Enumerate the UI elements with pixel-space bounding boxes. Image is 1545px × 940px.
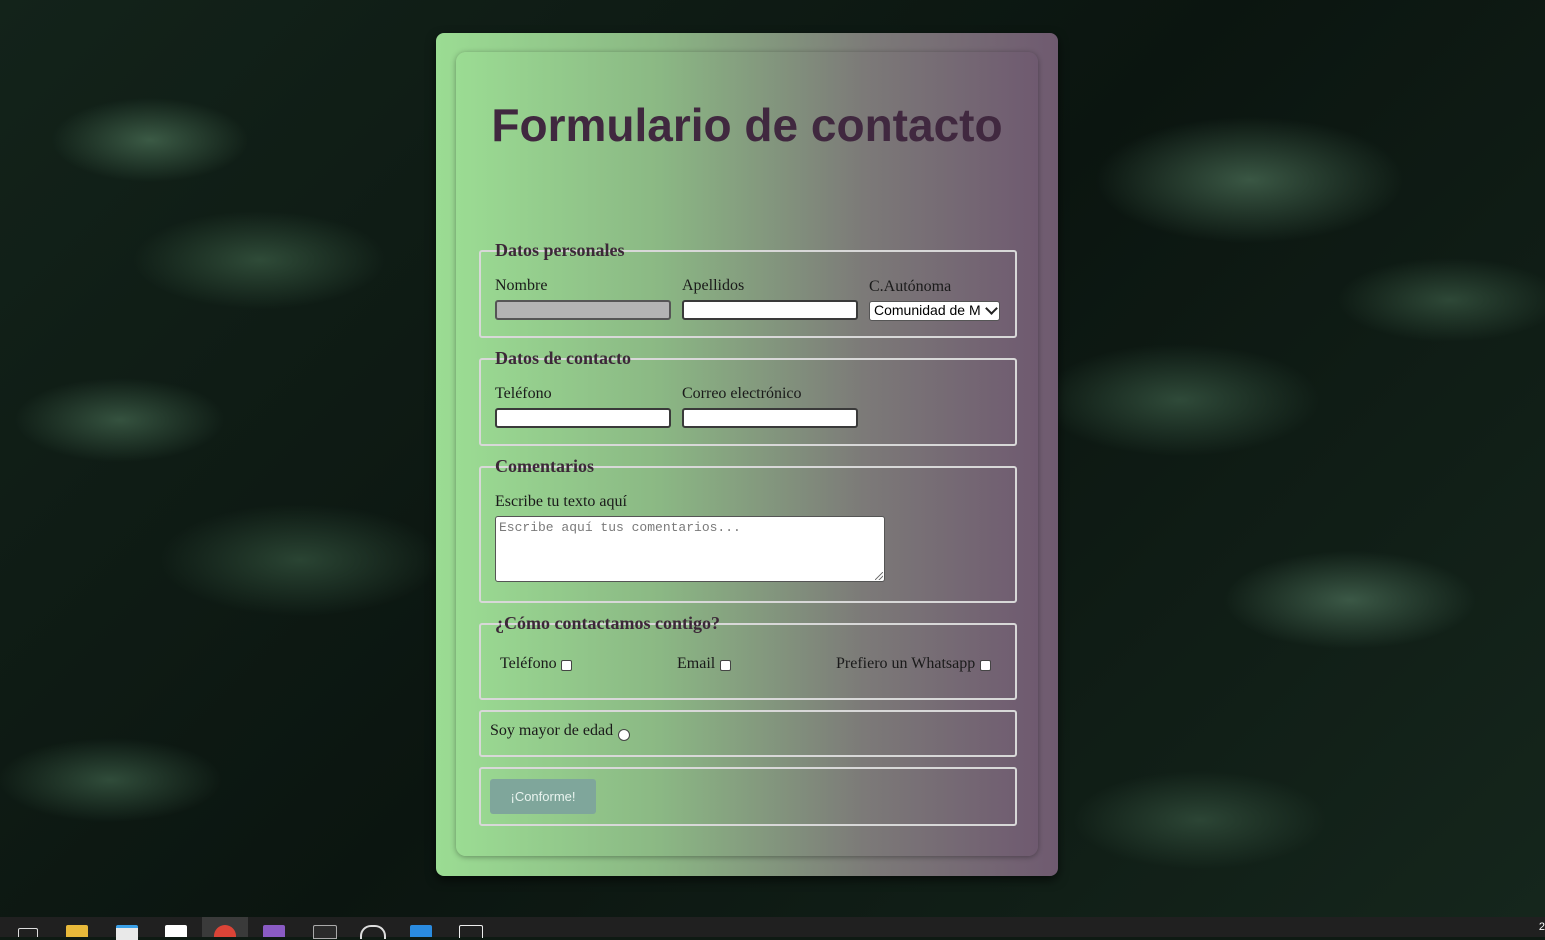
telefono-input[interactable] <box>495 408 671 428</box>
ca-select-value: Comunidad de M <box>874 302 981 318</box>
visual-studio-icon[interactable] <box>263 925 285 937</box>
method-email-label: Email <box>677 655 716 672</box>
chevron-down-icon <box>985 302 998 315</box>
method-telefono-checkbox[interactable] <box>561 660 572 671</box>
comments-label: Escribe tu texto aquí <box>495 493 627 510</box>
store-icon[interactable] <box>116 925 138 940</box>
ca-select[interactable]: Comunidad de M <box>869 301 1000 321</box>
apellidos-label: Apellidos <box>682 277 745 294</box>
email-input[interactable] <box>682 408 858 428</box>
apellidos-input[interactable] <box>682 300 858 320</box>
legend-contact: Datos de contacto <box>495 348 631 368</box>
resize-grip-icon[interactable] <box>875 572 883 580</box>
form-title: Formulario de contacto <box>491 99 1003 151</box>
vscode-icon[interactable] <box>410 925 432 937</box>
email-label: Correo electrónico <box>682 385 802 402</box>
taskbar-clock[interactable]: 2 <box>1539 921 1545 933</box>
adult-radio[interactable] <box>618 729 630 741</box>
method-whatsapp-label: Prefiero un Whatsapp <box>836 655 976 672</box>
photos-icon[interactable] <box>459 925 483 938</box>
legend-comments: Comentarios <box>495 456 594 476</box>
nombre-input[interactable] <box>495 300 671 320</box>
method-telefono-label: Teléfono <box>500 655 557 672</box>
legend-method: ¿Cómo contactamos contigo? <box>495 613 720 633</box>
submit-button[interactable]: ¡Conforme! <box>490 779 596 814</box>
ca-label: C.Autónoma <box>869 278 952 295</box>
file-explorer-icon[interactable] <box>66 925 88 937</box>
taskbar: 2 <box>0 917 1545 940</box>
adult-label: Soy mayor de edad <box>490 722 614 739</box>
method-email-checkbox[interactable] <box>720 660 731 671</box>
comments-placeholder: Escribe aquí tus comentarios... <box>499 520 741 535</box>
nombre-label: Nombre <box>495 277 548 294</box>
method-whatsapp-checkbox[interactable] <box>980 660 991 671</box>
comments-textarea[interactable]: Escribe aquí tus comentarios... <box>495 516 885 582</box>
mail-icon[interactable] <box>165 925 187 937</box>
telefono-label: Teléfono <box>495 385 552 402</box>
task-view-icon[interactable] <box>18 928 38 937</box>
legend-personal: Datos personales <box>495 240 625 260</box>
